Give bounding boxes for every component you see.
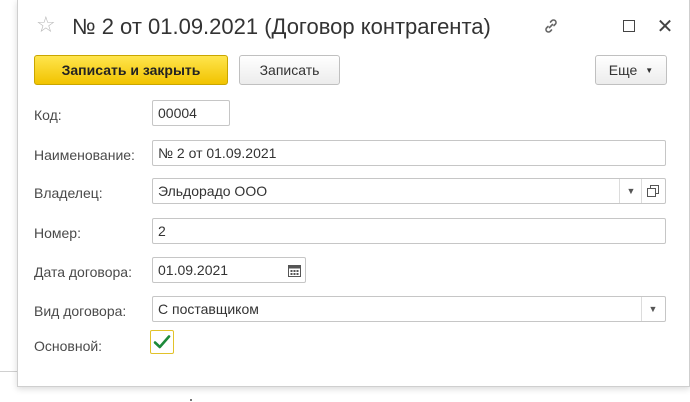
owner-dropdown-chevron-icon[interactable]: ▼ bbox=[619, 179, 642, 203]
main-label: Основной: bbox=[34, 338, 103, 354]
contract-type-value: С поставщиком bbox=[158, 301, 259, 317]
number-field[interactable]: 2 bbox=[152, 218, 666, 244]
code-label: Код: bbox=[34, 107, 62, 123]
calendar-icon[interactable] bbox=[283, 258, 305, 282]
contract-type-select[interactable]: С поставщиком ▼ bbox=[152, 296, 666, 322]
more-button-label: Еще bbox=[608, 62, 638, 78]
owner-label: Владелец: bbox=[34, 185, 103, 201]
number-label: Номер: bbox=[34, 225, 81, 241]
owner-value: Эльдорадо ООО bbox=[158, 183, 268, 199]
main-checkbox[interactable] bbox=[150, 330, 174, 354]
save-button[interactable]: Записать bbox=[239, 55, 340, 85]
checkmark-icon bbox=[153, 335, 171, 349]
window-title: № 2 от 01.09.2021 (Договор контрагента) bbox=[72, 14, 491, 39]
name-label: Наименование: bbox=[34, 147, 135, 163]
background-dot bbox=[190, 399, 192, 401]
contract-date-value: 01.09.2021 bbox=[158, 262, 229, 278]
chevron-down-icon: ▼ bbox=[645, 65, 654, 75]
save-and-close-button[interactable]: Записать и закрыть bbox=[34, 55, 228, 85]
contract-type-label: Вид договора: bbox=[34, 303, 127, 319]
maximize-icon[interactable] bbox=[618, 15, 640, 37]
favorite-star-icon[interactable]: ☆ bbox=[36, 14, 56, 36]
owner-field[interactable]: Эльдорадо ООО ▼ bbox=[152, 178, 666, 204]
contract-type-chevron-down-icon[interactable]: ▼ bbox=[641, 297, 664, 321]
number-value: 2 bbox=[158, 223, 166, 239]
link-icon[interactable] bbox=[540, 15, 562, 37]
close-icon[interactable]: ✕ bbox=[654, 15, 676, 38]
open-form-icon[interactable] bbox=[641, 179, 664, 203]
title-bar: ☆ № 2 от 01.09.2021 (Договор контрагента… bbox=[18, 0, 689, 52]
code-value: 00004 bbox=[158, 105, 197, 121]
name-value: № 2 от 01.09.2021 bbox=[158, 145, 277, 161]
code-field[interactable]: 00004 bbox=[152, 100, 230, 126]
contract-date-field[interactable]: 01.09.2021 bbox=[152, 257, 306, 283]
form-window: ☆ № 2 от 01.09.2021 (Договор контрагента… bbox=[17, 0, 690, 387]
contract-date-label: Дата договора: bbox=[34, 264, 132, 280]
more-button[interactable]: Еще ▼ bbox=[595, 55, 667, 85]
name-field[interactable]: № 2 от 01.09.2021 bbox=[152, 140, 666, 166]
background-divider bbox=[0, 371, 17, 372]
